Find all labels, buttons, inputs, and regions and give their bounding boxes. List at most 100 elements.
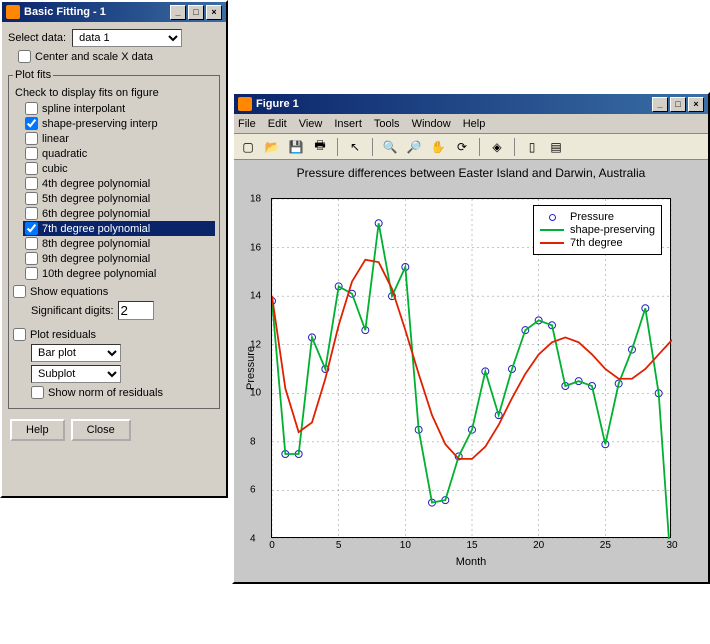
fit-option-2[interactable]: linear [23,131,215,146]
pan-icon[interactable]: ✋ [428,137,448,157]
x-tick-label: 25 [600,540,611,551]
fit-checkbox[interactable] [25,147,38,160]
pointer-icon[interactable]: ↖ [345,137,365,157]
residual-type-dropdown[interactable]: Bar plot [31,344,121,362]
x-tick-label: 10 [400,540,411,551]
x-tick-label: 15 [466,540,477,551]
check-to-display-label: Check to display fits on figure [15,87,215,99]
fit-option-4[interactable]: cubic [23,161,215,176]
fit-label: 6th degree polynomial [42,208,150,220]
fit-option-3[interactable]: quadratic [23,146,215,161]
basic-fitting-titlebar[interactable]: Basic Fitting - 1 _ □ × [2,2,226,22]
fit-checkbox[interactable] [25,177,38,190]
fit-option-6[interactable]: 5th degree polynomial [23,191,215,206]
fit-checkbox[interactable] [25,237,38,250]
chart-axes: Pressure shape-preserving 7th degree 468… [271,198,671,538]
print-icon[interactable]: 🖶 [310,137,330,157]
menu-help[interactable]: Help [463,118,486,130]
fit-option-11[interactable]: 10th degree polynomial [23,266,215,281]
x-tick-label: 5 [336,540,342,551]
figure-canvas-area: Pressure differences between Easter Isla… [234,160,708,582]
fit-checkbox[interactable] [25,117,38,130]
x-tick-label: 20 [533,540,544,551]
open-icon[interactable]: 📂 [262,137,282,157]
chart-legend[interactable]: Pressure shape-preserving 7th degree [533,205,662,255]
fit-checkbox[interactable] [25,252,38,265]
fit-checkbox[interactable] [25,162,38,175]
fit-label: shape-preserving interp [42,118,158,130]
new-icon[interactable]: ▢ [238,137,258,157]
zoom-in-icon[interactable]: 🔍 [380,137,400,157]
window-title: Basic Fitting - 1 [24,6,170,18]
toolbar-separator [514,138,515,156]
fit-label: cubic [42,163,68,175]
fit-checkbox[interactable] [25,267,38,280]
menu-tools[interactable]: Tools [374,118,400,130]
y-tick-label: 14 [250,291,261,302]
fit-label: 4th degree polynomial [42,178,150,190]
basic-fitting-window: Basic Fitting - 1 _ □ × Select data: dat… [0,0,228,498]
fit-label: quadratic [42,148,87,160]
y-tick-label: 4 [250,534,256,545]
save-icon[interactable]: 💾 [286,137,306,157]
show-norm-checkbox[interactable] [31,386,44,399]
help-button[interactable]: Help [10,419,65,441]
minimize-button[interactable]: _ [170,5,186,20]
select-data-dropdown[interactable]: data 1 [72,29,182,47]
colorbar-icon[interactable]: ▯ [522,137,542,157]
fit-label: 10th degree polynomial [42,268,156,280]
menu-window[interactable]: Window [412,118,451,130]
fit-checkbox[interactable] [25,222,38,235]
minimize-button[interactable]: _ [652,97,668,112]
fit-options-list: spline interpolant shape-preserving inter… [23,101,215,281]
figure-title: Figure 1 [256,98,652,110]
zoom-out-icon[interactable]: 🔎 [404,137,424,157]
figure-titlebar[interactable]: Figure 1 _ □ × [234,94,708,114]
maximize-button[interactable]: □ [670,97,686,112]
fit-checkbox[interactable] [25,132,38,145]
fit-label: spline interpolant [42,103,125,115]
close-button[interactable]: Close [71,419,131,441]
fit-label: 5th degree polynomial [42,193,150,205]
close-window-button[interactable]: × [206,5,222,20]
center-scale-checkbox[interactable] [18,50,31,63]
menu-insert[interactable]: Insert [334,118,362,130]
y-tick-label: 6 [250,485,256,496]
sig-digits-input[interactable] [118,301,154,320]
seventh-degree-line-icon [540,242,564,244]
fit-label: linear [42,133,69,145]
maximize-button[interactable]: □ [188,5,204,20]
fit-label: 8th degree polynomial [42,238,150,250]
shape-preserving-line-icon [540,229,564,231]
fit-option-1[interactable]: shape-preserving interp [23,116,215,131]
fit-checkbox[interactable] [25,102,38,115]
close-window-button[interactable]: × [688,97,704,112]
legend-icon[interactable]: ▤ [546,137,566,157]
toolbar-separator [337,138,338,156]
fit-checkbox[interactable] [25,192,38,205]
fit-option-7[interactable]: 6th degree polynomial [23,206,215,221]
fit-option-5[interactable]: 4th degree polynomial [23,176,215,191]
rotate-icon[interactable]: ⟳ [452,137,472,157]
residual-location-dropdown[interactable]: Subplot [31,365,121,383]
fit-option-0[interactable]: spline interpolant [23,101,215,116]
menu-edit[interactable]: Edit [268,118,287,130]
datatip-icon[interactable]: ◈ [487,137,507,157]
x-tick-label: 30 [666,540,677,551]
x-tick-label: 0 [269,540,275,551]
y-axis-label: Pressure [245,346,257,390]
fit-label: 7th degree polynomial [42,223,150,235]
legend-pressure: Pressure [570,211,614,223]
menu-file[interactable]: File [238,118,256,130]
fit-option-8[interactable]: 7th degree polynomial [23,221,215,236]
pressure-marker-icon [540,214,564,221]
plot-residuals-label: Plot residuals [30,329,96,341]
menu-view[interactable]: View [299,118,323,130]
sig-digits-label: Significant digits: [31,305,114,317]
plot-residuals-checkbox[interactable] [13,328,26,341]
fit-option-10[interactable]: 9th degree polynomial [23,251,215,266]
show-equations-checkbox[interactable] [13,285,26,298]
fit-option-9[interactable]: 8th degree polynomial [23,236,215,251]
y-tick-label: 18 [250,194,261,205]
fit-checkbox[interactable] [25,207,38,220]
